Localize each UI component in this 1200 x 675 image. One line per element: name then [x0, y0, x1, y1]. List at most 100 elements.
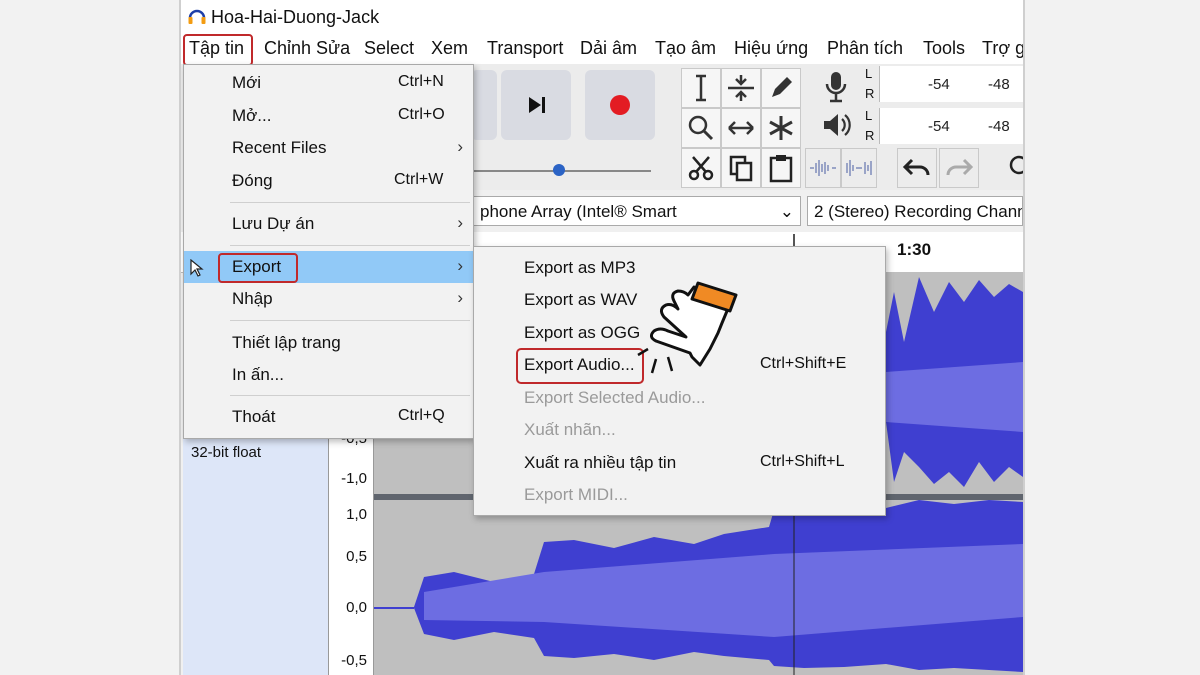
envelope-icon	[728, 75, 754, 101]
double-arrow-icon	[728, 121, 754, 135]
menu-item-new[interactable]: Mới Ctrl+N	[184, 67, 473, 99]
menu-item-label: In ấn...	[232, 365, 284, 384]
scale-label: 1,0	[346, 506, 367, 523]
menu-select[interactable]: Select	[364, 38, 414, 59]
menu-item-export[interactable]: Export ›	[184, 251, 473, 283]
menu-edit[interactable]: Chỉnh Sửa	[264, 38, 350, 59]
playback-meter[interactable]: -54 -48	[879, 108, 1023, 144]
copy-button[interactable]	[721, 148, 761, 188]
menu-item-exit[interactable]: Thoát Ctrl+Q	[184, 401, 473, 433]
zoom-tool[interactable]	[681, 108, 721, 148]
menu-item-export-multiple[interactable]: Xuất ra nhiều tập tin Ctrl+Shift+L	[474, 447, 885, 479]
silence-audio-icon	[846, 160, 872, 176]
menu-item-shortcut: Ctrl+W	[394, 171, 444, 188]
trim-audio-icon	[810, 160, 836, 176]
envelope-tool[interactable]	[721, 68, 761, 108]
channels-value: 2 (Stereo) Recording Chann	[814, 202, 1023, 221]
scissors-icon	[688, 156, 714, 181]
menu-item-shortcut: Ctrl+Shift+L	[760, 453, 845, 470]
menu-analyze[interactable]: Phân tích	[827, 38, 903, 59]
play-meter-l: L	[865, 108, 873, 123]
microphone-icon[interactable]	[821, 70, 851, 104]
menu-item-label: Export as OGG	[524, 323, 641, 342]
clipboard-icon	[769, 155, 793, 183]
track-format: 32-bit float	[191, 444, 262, 461]
redo-icon	[946, 158, 974, 176]
cut-button[interactable]	[681, 148, 721, 188]
asterisk-icon	[769, 116, 793, 140]
menu-item-import[interactable]: Nhập ›	[184, 283, 473, 315]
submenu-arrow-icon: ›	[457, 288, 463, 307]
menu-tracks[interactable]: Dải âm	[580, 38, 637, 59]
skip-end-button[interactable]	[501, 70, 571, 140]
i-beam-icon	[696, 74, 706, 102]
menu-item-open[interactable]: Mở... Ctrl+O	[184, 100, 473, 132]
undo-icon	[902, 158, 930, 176]
menu-item-shortcut: Ctrl+Shift+E	[760, 355, 847, 372]
menu-item-recent-files[interactable]: Recent Files ›	[184, 132, 473, 164]
zoom-in-icon	[1009, 155, 1023, 175]
menu-item-page-setup[interactable]: Thiết lập trang	[184, 327, 473, 359]
rec-meter-l: L	[865, 66, 873, 81]
scale-label: -0,5	[341, 652, 367, 669]
copy-icon	[729, 155, 753, 182]
play-meter-r: R	[865, 128, 875, 143]
menu-item-close[interactable]: Đóng Ctrl+W	[184, 165, 473, 197]
submenu-arrow-icon: ›	[457, 213, 463, 232]
pencil-icon	[772, 77, 792, 97]
rec-tick-48: -48	[988, 76, 1010, 93]
menu-item-shortcut: Ctrl+Q	[398, 407, 445, 424]
menu-separator	[230, 395, 470, 396]
menu-tools[interactable]: Tools	[923, 38, 965, 59]
stop-button-partial[interactable]	[471, 70, 497, 140]
menu-item-label: Nhập	[232, 289, 273, 308]
skip-end-icon	[529, 97, 545, 113]
scale-label: -1,0	[341, 470, 367, 487]
submenu-arrow-icon: ›	[457, 137, 463, 156]
file-menu: Mới Ctrl+N Mở... Ctrl+O Recent Files › Đ…	[183, 64, 474, 439]
menu-item-label: Xuất nhãn...	[524, 420, 616, 439]
paste-button[interactable]	[761, 148, 801, 188]
input-device-value: phone Array (Intel® Smart	[480, 202, 677, 221]
menu-item-label: Xuất ra nhiều tập tin	[524, 453, 677, 472]
scale-label: 0,0	[346, 599, 367, 616]
speaker-icon[interactable]	[821, 110, 851, 140]
submenu-arrow-icon: ›	[457, 256, 463, 275]
input-device-select[interactable]: phone Array (Intel® Smart ⌄	[473, 196, 801, 226]
mouse-pointer-icon	[190, 259, 204, 277]
multi-tool[interactable]	[761, 108, 801, 148]
draw-tool[interactable]	[761, 68, 801, 108]
zoom-in-button[interactable]	[1005, 154, 1023, 178]
menu-item-export-labels: Xuất nhãn...	[474, 414, 885, 446]
speed-slider-thumb[interactable]	[553, 164, 565, 176]
menu-item-print[interactable]: In ấn...	[184, 359, 473, 391]
play-tick-54: -54	[928, 118, 950, 135]
pointing-hand-icon	[637, 281, 738, 374]
menu-view[interactable]: Xem	[431, 38, 468, 59]
scale-label: 0,5	[346, 548, 367, 565]
menu-item-save-project[interactable]: Lưu Dự án ›	[184, 208, 473, 240]
selection-tool[interactable]	[681, 68, 721, 108]
undo-button[interactable]	[897, 148, 937, 188]
record-meter[interactable]: -54 -48	[879, 66, 1023, 102]
trim-button[interactable]	[805, 148, 841, 188]
menu-transport[interactable]: Transport	[487, 38, 563, 59]
time-shift-tool[interactable]	[721, 108, 761, 148]
rec-tick-54: -54	[928, 76, 950, 93]
silence-button[interactable]	[841, 148, 877, 188]
menu-item-label: Mở...	[232, 106, 272, 125]
menu-effect[interactable]: Hiệu ứng	[734, 38, 808, 59]
menu-separator	[230, 320, 470, 321]
menu-separator	[230, 245, 470, 246]
redo-button[interactable]	[939, 148, 979, 188]
menu-item-label: Lưu Dự án	[232, 214, 315, 233]
export-submenu: Export as MP3 Export as WAV Export as OG…	[473, 246, 886, 516]
record-button[interactable]	[585, 70, 655, 140]
menu-generate[interactable]: Tạo âm	[655, 38, 716, 59]
menu-separator	[230, 202, 470, 203]
channels-select[interactable]: 2 (Stereo) Recording Chann	[807, 196, 1023, 226]
title-bar: Hoa-Hai-Duong-Jack	[181, 0, 1023, 34]
menu-help[interactable]: Trợ g	[982, 38, 1023, 59]
menu-item-label: Export as MP3	[524, 258, 636, 277]
audacity-logo-icon	[188, 9, 206, 24]
